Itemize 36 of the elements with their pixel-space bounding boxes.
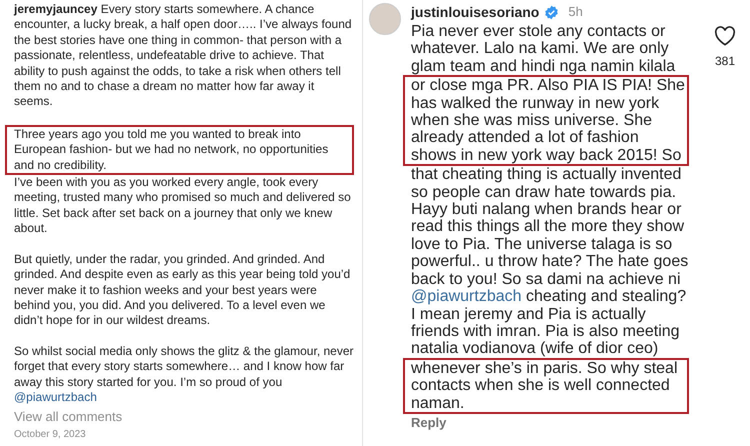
- comment-line: whenever she’s in paris. So why steal: [411, 360, 678, 378]
- post-date: October 9, 2023: [14, 428, 86, 442]
- comment-line: already attended a lot of fashion: [411, 129, 639, 147]
- comment-line: read this things all the more they show: [411, 218, 684, 236]
- comment-line: shows in new york way back 2015! So: [411, 146, 682, 164]
- heart-icon[interactable]: [714, 26, 736, 46]
- comment-line: so people can draw hate towards pia.: [411, 184, 676, 202]
- comment-line: back to you! So sa dami na achieve ni: [411, 270, 680, 288]
- comment-paragraph: So whilst social media only shows the glitz & the glamour, never forget that every story starts somewhere… and I know how far away this story started for you. I’m so proud of you: [14, 344, 354, 390]
- comment-time: 5h: [568, 3, 583, 22]
- username[interactable]: jeremyjauncey: [14, 2, 101, 16]
- comment-paragraph: Three years ago you told me you wanted to break into European fashion- but we had no network, no opportunities and no credibility.: [5, 124, 354, 176]
- comment-line: or close mga PR. Also PIA IS PIA! She: [411, 77, 685, 95]
- comment-line: naman.: [411, 394, 464, 412]
- comment-line: Hayy buti nalang when brands hear or: [411, 201, 682, 218]
- username[interactable]: justinlouisesoriano: [411, 2, 540, 22]
- mention-link[interactable]: @piawurtzbach: [411, 288, 522, 306]
- comment-line: powerful.. u throw hate? The hate goes: [411, 253, 688, 271]
- comment-line: natalia vodianova (wife of dior ceo): [411, 340, 658, 358]
- comment-line: glam team and hindi nga namin kilala: [411, 58, 676, 76]
- comment-line: I mean jeremy and Pia is actually: [411, 306, 646, 323]
- comment-line: whatever. Lalo na kami. We are only: [411, 40, 669, 58]
- reply-link[interactable]: Reply: [411, 414, 446, 431]
- comment-line: that cheating thing is actually invented: [411, 166, 682, 184]
- comment-line: when she was miss universe. She: [411, 112, 652, 130]
- comment-line: love to Pia. The universe talaga is so: [411, 236, 672, 254]
- mention-link[interactable]: @piawurtzbach: [14, 390, 97, 406]
- comment-line: contacts when she is well connected: [411, 377, 670, 395]
- comment-paragraph: I’ve been with you as you worked every angle, took every meeting, trusted many who promised so much and delivered so little. Set back after set back on a journey that only we knew about.: [14, 175, 352, 237]
- comment-line: Pia never ever stole any contacts or: [411, 23, 666, 40]
- comment-paragraph: jeremyjauncey Every story starts somewhere. A chance encounter, a lucky break, a half open door….. I’ve always found the best stories have one thing in common- that person with a passionate, relentless, undefeatable drive to achieve. That ability to push against the odds, to take a risk when others tell them no and to chase a dream no matter how far away it seems.: [14, 2, 353, 110]
- comment-line: has walked the runway in new york: [411, 94, 660, 112]
- like-count: 381: [714, 53, 736, 70]
- comment-line: friends with imran. Pia is also meeting: [411, 322, 680, 340]
- comment-line: @piawurtzbach cheating and stealing?: [411, 288, 686, 306]
- comment-paragraph: But quietly, under the radar, you grinded. And grinded. And grinded. And despite even as early as this year being told you’d never make it to fashion weeks and your best years were behind you, you did. And you delivered. To a level even we didn’t hope for in our wildest dreams.: [14, 252, 352, 329]
